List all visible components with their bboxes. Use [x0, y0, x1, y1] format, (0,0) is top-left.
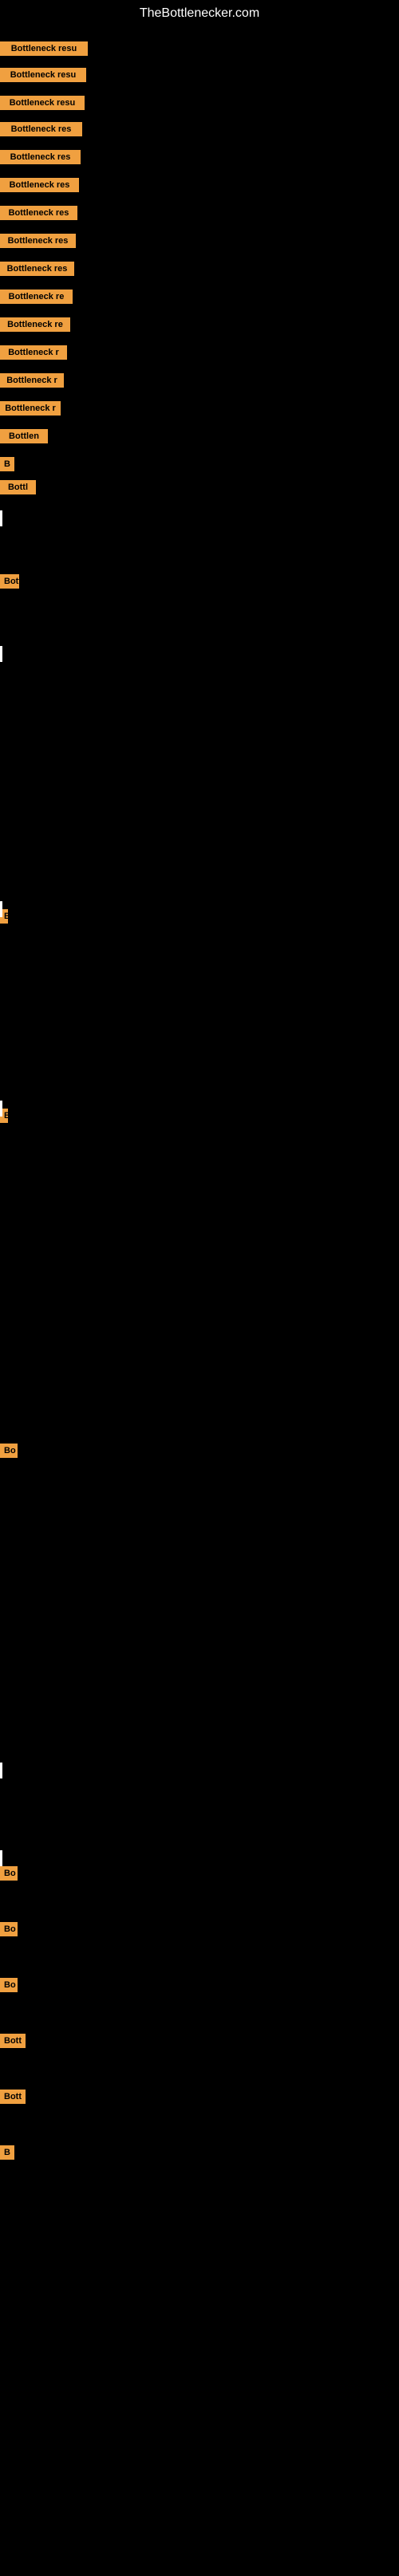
bottleneck-button-btn10[interactable]: Bottleneck re: [0, 290, 73, 304]
bottleneck-button-btn8[interactable]: Bottleneck res: [0, 234, 76, 248]
bottleneck-button-btn18[interactable]: Bottleneck res: [0, 574, 19, 589]
bottleneck-button-btn14[interactable]: Bottleneck r: [0, 401, 61, 416]
bottleneck-button-btn15[interactable]: Bottlen: [0, 429, 48, 443]
line-marker-line2: [0, 646, 2, 662]
bottleneck-button-btn25[interactable]: Bott: [0, 2034, 26, 2048]
bottleneck-button-btn5[interactable]: Bottleneck res: [0, 150, 81, 164]
bottleneck-button-btn12[interactable]: Bottleneck r: [0, 345, 67, 360]
line-marker-line5: [0, 1763, 2, 1778]
bottleneck-button-btn6[interactable]: Bottleneck res: [0, 178, 79, 192]
bottleneck-button-btn22[interactable]: Bo: [0, 1866, 18, 1881]
bottleneck-button-btn9[interactable]: Bottleneck res: [0, 262, 74, 276]
bottleneck-button-btn16[interactable]: B: [0, 457, 14, 471]
bottleneck-button-btn26[interactable]: Bott: [0, 2090, 26, 2104]
bottleneck-button-btn17[interactable]: Bottl: [0, 480, 36, 494]
bottleneck-button-btn21[interactable]: Bo: [0, 1444, 18, 1458]
bottleneck-button-btn27[interactable]: B: [0, 2145, 14, 2160]
bottleneck-button-btn11[interactable]: Bottleneck re: [0, 317, 70, 332]
bottleneck-button-btn7[interactable]: Bottleneck res: [0, 206, 77, 220]
site-title: TheBottlenecker.com: [0, 0, 399, 24]
bottleneck-button-btn3[interactable]: Bottleneck resu: [0, 96, 85, 110]
bottleneck-button-btn2[interactable]: Bottleneck resu: [0, 68, 86, 82]
bottleneck-button-btn4[interactable]: Bottleneck res: [0, 122, 82, 136]
line-marker-line3: [0, 901, 2, 917]
bottleneck-button-btn24[interactable]: Bo: [0, 1978, 18, 1992]
line-marker-line4: [0, 1101, 2, 1117]
bottleneck-button-btn13[interactable]: Bottleneck r: [0, 373, 64, 388]
line-marker-line6: [0, 1850, 2, 1866]
bottleneck-button-btn23[interactable]: Bo: [0, 1922, 18, 1936]
buttons-container: Bottleneck resu Bottleneck resu Bottleneck…: [0, 24, 399, 2576]
bottleneck-button-btn1[interactable]: Bottleneck resu: [0, 41, 88, 56]
line-marker-line1: [0, 510, 2, 526]
